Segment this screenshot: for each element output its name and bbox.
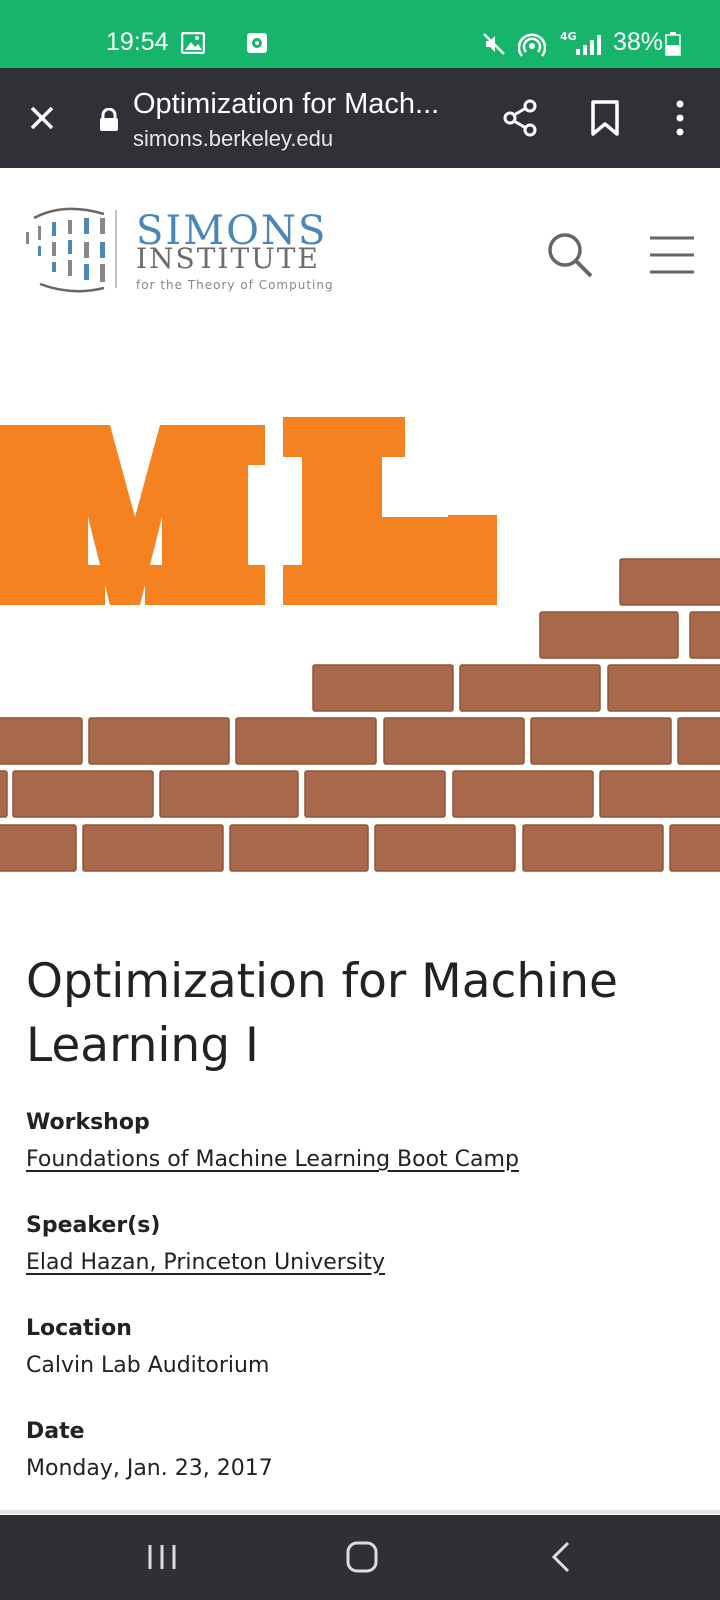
- back-button[interactable]: [540, 1535, 584, 1579]
- signal-icon: [576, 35, 601, 55]
- tab-title[interactable]: Optimization for Mach...: [133, 88, 439, 121]
- system-navigation-bar: [0, 1515, 720, 1600]
- screen-recorder-icon: [247, 33, 267, 53]
- home-button[interactable]: [340, 1535, 384, 1579]
- more-options-button[interactable]: [658, 96, 702, 140]
- address-url[interactable]: simons.berkeley.edu: [133, 126, 333, 152]
- lock-icon: [100, 108, 118, 131]
- workshop-link[interactable]: Foundations of Machine Learning Boot Cam…: [26, 1147, 519, 1172]
- search-button[interactable]: [545, 230, 597, 282]
- simons-institute-logo[interactable]: SIMONS INSTITUTE for the Theory of Compu…: [24, 204, 333, 304]
- battery-level: 38%: [613, 28, 664, 56]
- date-field: Date Monday, Jan. 23, 2017: [26, 1419, 273, 1481]
- speaker-link[interactable]: Elad Hazan, Princeton University: [26, 1250, 385, 1275]
- status-time: 19:54: [106, 28, 169, 56]
- close-tab-button[interactable]: [22, 98, 62, 138]
- ml-brick-wall-illustration: [0, 417, 720, 872]
- site-header: SIMONS INSTITUTE for the Theory of Compu…: [0, 168, 720, 347]
- battery-icon: [665, 32, 681, 56]
- date-value: Monday, Jan. 23, 2017: [26, 1456, 273, 1481]
- brand-name-line2: INSTITUTE: [136, 242, 320, 275]
- workshop-label: Workshop: [26, 1110, 150, 1135]
- workshop-field: Workshop Foundations of Machine Learning…: [26, 1110, 519, 1172]
- hamburger-menu-button[interactable]: [648, 232, 696, 278]
- location-field: Location Calvin Lab Auditorium: [26, 1316, 269, 1378]
- mute-icon: [483, 33, 505, 55]
- date-label: Date: [26, 1419, 85, 1444]
- gallery-icon: [181, 32, 205, 54]
- browser-toolbar: Optimization for Mach... simons.berkeley…: [0, 68, 720, 168]
- share-button[interactable]: [498, 96, 542, 140]
- page-title: Optimization for Machine Learning I: [26, 954, 618, 1073]
- event-details: Optimization for Machine Learning I Work…: [26, 950, 696, 1481]
- status-bar: 19:54 4G 38%: [0, 0, 720, 68]
- bookmark-button[interactable]: [583, 96, 627, 140]
- speakers-field: Speaker(s) Elad Hazan, Princeton Univers…: [26, 1213, 385, 1275]
- event-banner-image: [0, 347, 720, 892]
- recent-apps-button[interactable]: [140, 1535, 184, 1579]
- speakers-label: Speaker(s): [26, 1213, 161, 1238]
- location-label: Location: [26, 1316, 132, 1341]
- hotspot-icon: [518, 33, 546, 57]
- content-divider: [0, 1510, 720, 1514]
- logo-mark-icon: [26, 207, 117, 293]
- brand-tagline: for the Theory of Computing: [136, 278, 334, 292]
- location-value: Calvin Lab Auditorium: [26, 1353, 270, 1378]
